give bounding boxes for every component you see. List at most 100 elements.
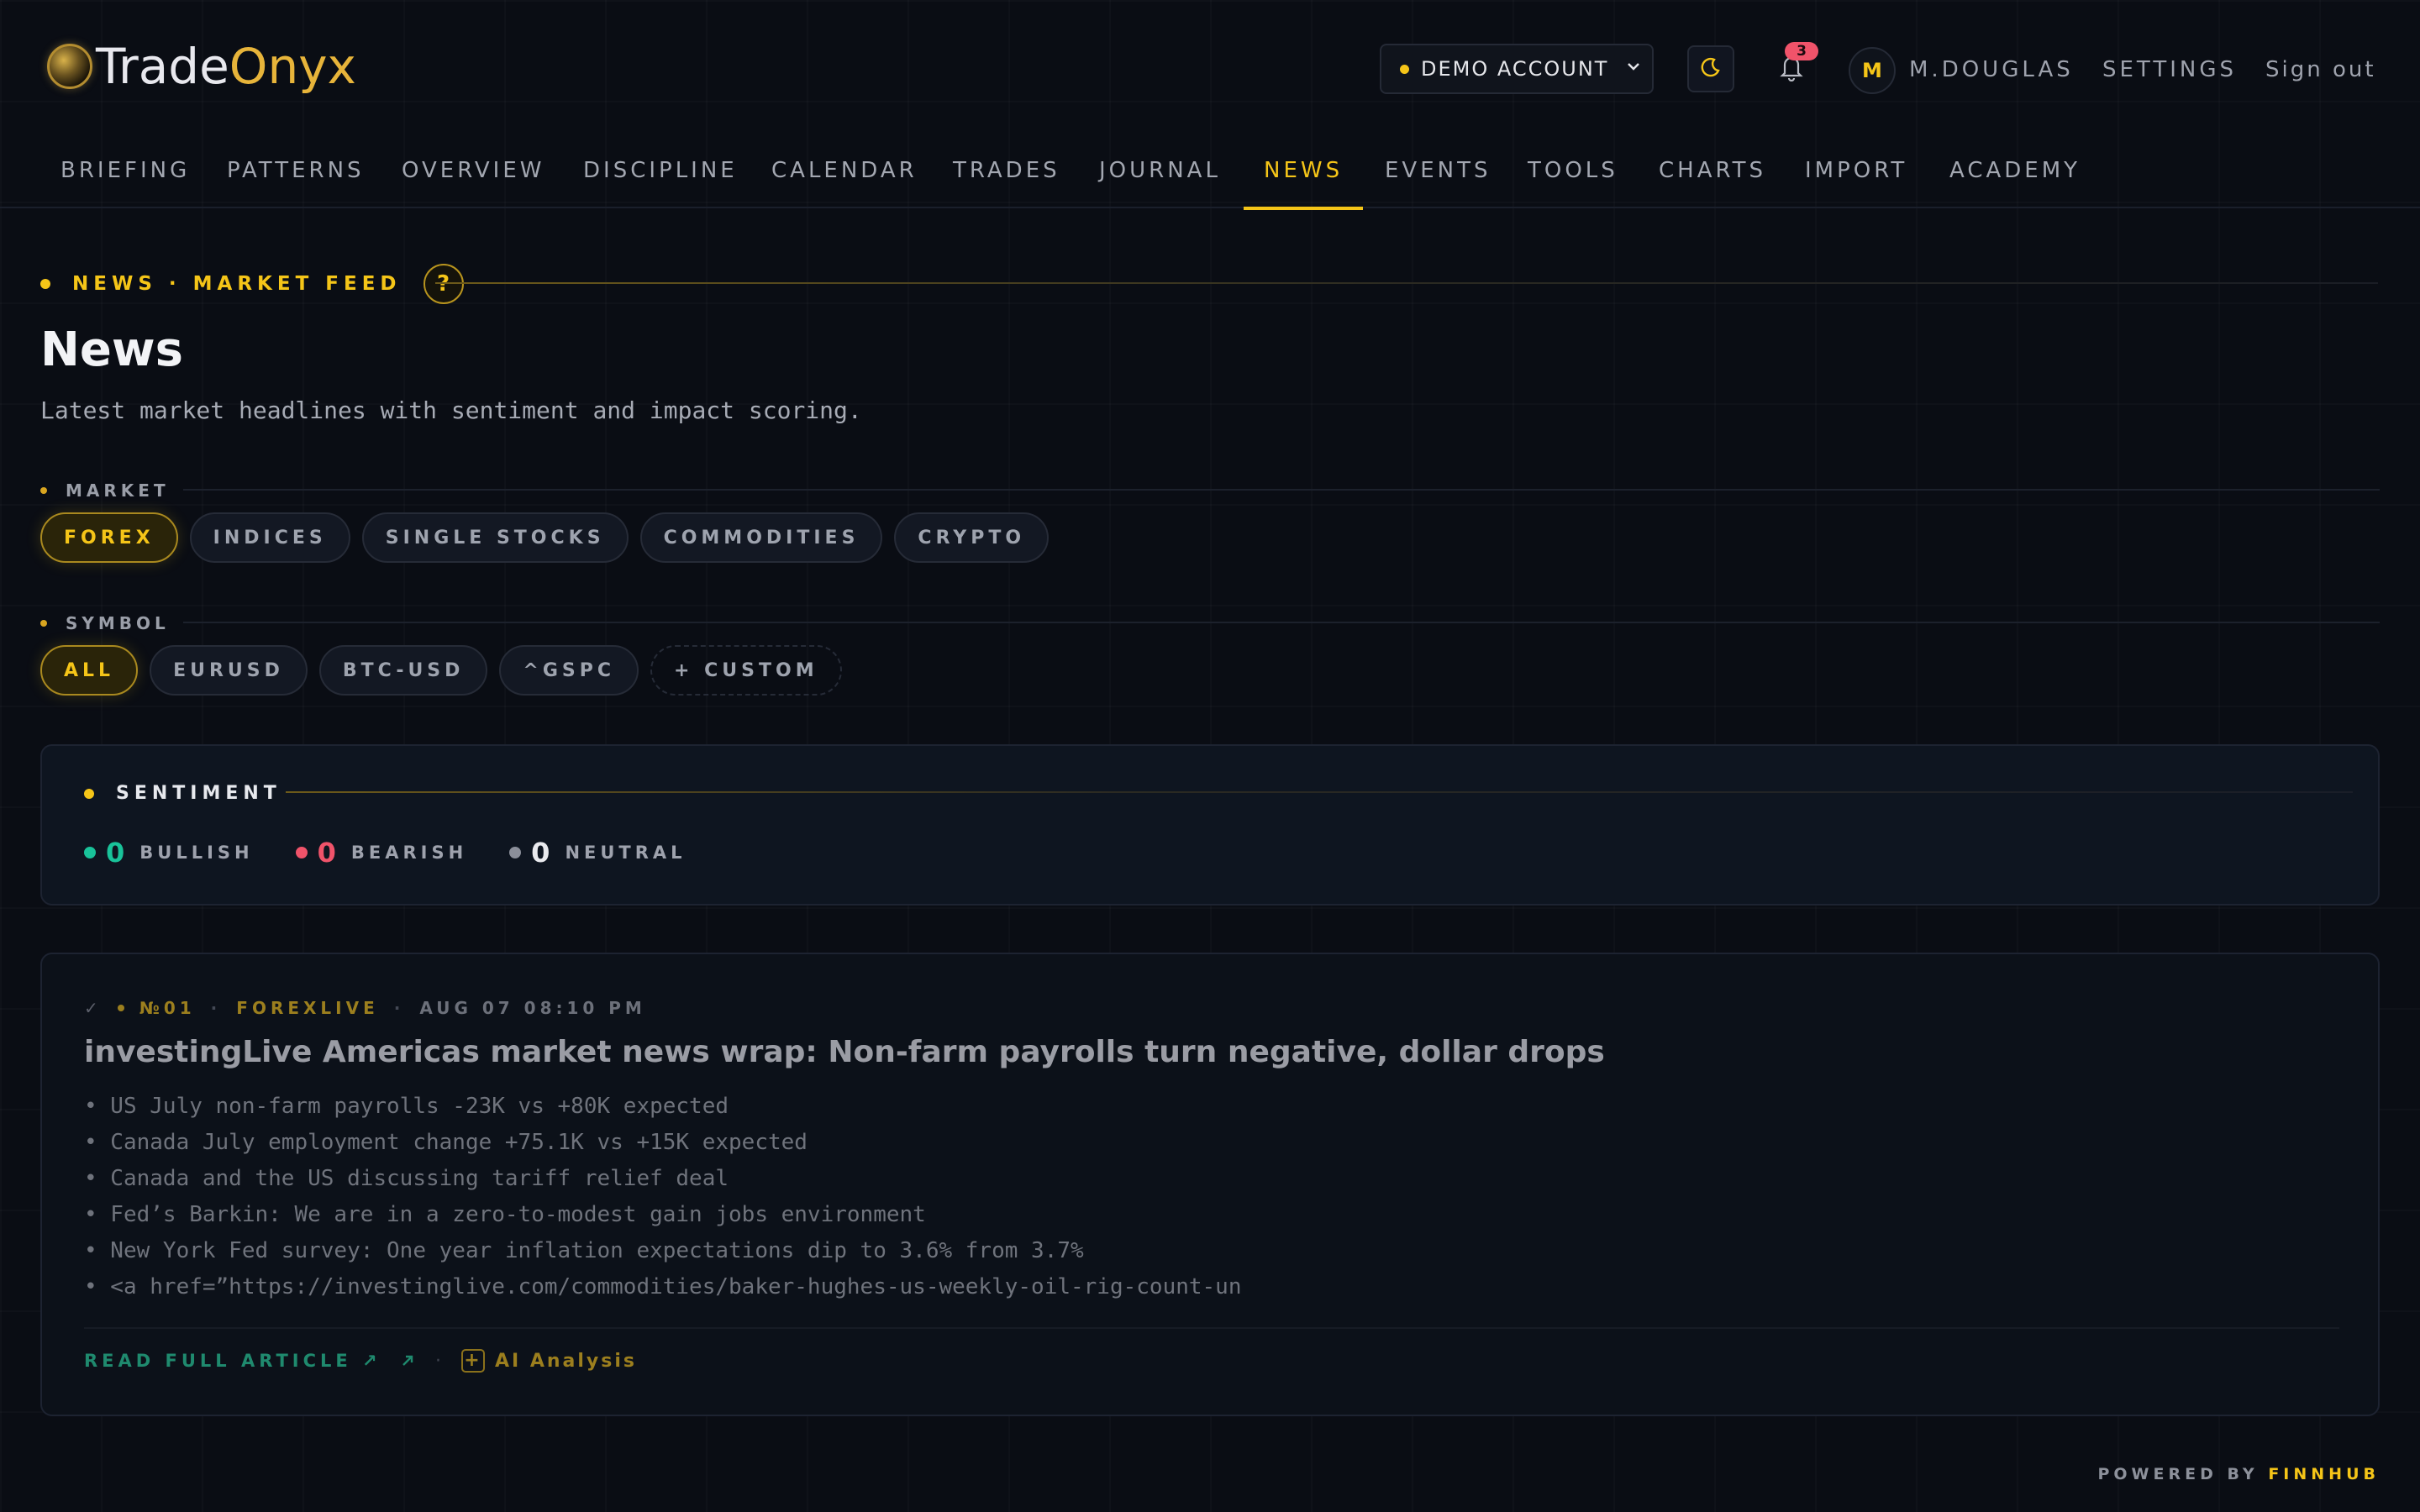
market-chip-forex[interactable]: FOREX xyxy=(40,512,178,563)
bullish-count: 0 BULLISH xyxy=(84,837,254,869)
read-full-article-label: READ FULL ARTICLE ↗ xyxy=(84,1351,381,1371)
symbol-filter-label: SYMBOL xyxy=(40,613,170,633)
nav-item-journal[interactable]: JOURNAL xyxy=(1099,158,1221,208)
news-source: FOREXLIVE xyxy=(236,998,379,1018)
powered-brand[interactable]: FINNHUB xyxy=(2268,1465,2380,1483)
news-item-card[interactable]: ✓ №01 · FOREXLIVE · AUG 07 08:10 PM inve… xyxy=(40,953,2380,1416)
section-kicker: NEWS · MARKET FEED ? xyxy=(40,264,464,304)
sentiment-header-dot xyxy=(84,788,94,799)
nav-item-patterns[interactable]: PATTERNS xyxy=(227,158,365,208)
moon-icon xyxy=(1700,56,1722,81)
nav-item-news[interactable]: NEWS xyxy=(1243,158,1364,210)
market-divider xyxy=(183,489,2380,491)
plus-icon: + xyxy=(460,1349,485,1373)
news-number: №01 xyxy=(139,998,196,1018)
avatar[interactable]: M xyxy=(1849,47,1896,94)
nav-item-import[interactable]: IMPORT xyxy=(1805,158,1907,208)
bullish-dot xyxy=(84,847,96,858)
nav-item-calendar[interactable]: CALENDAR xyxy=(771,158,918,208)
symbol-filter-chips: ALL EURUSD BTC-USD ^GSPC + CUSTOM xyxy=(40,645,842,696)
main-nav: BRIEFING PATTERNS OVERVIEW DISCIPLINE CA… xyxy=(0,138,2420,210)
market-filter-label: MARKET xyxy=(40,480,170,501)
nav-item-briefing[interactable]: BRIEFING xyxy=(60,158,190,208)
market-filter-chips: FOREX INDICES SINGLE STOCKS COMMODITIES … xyxy=(40,512,1050,563)
news-bullet: • US July non-farm payrolls -23K vs +80K… xyxy=(84,1094,729,1119)
read-full-article-link[interactable]: READ FULL ARTICLE ↗ xyxy=(84,1351,415,1371)
kicker-dot xyxy=(40,279,50,289)
symbol-divider xyxy=(183,622,2380,623)
chevron-down-icon xyxy=(1625,58,1642,80)
news-headline[interactable]: investingLive Americas market news wrap:… xyxy=(84,1035,1605,1069)
brand-logo[interactable]: TradeOnyx xyxy=(47,42,356,91)
external-link-icon xyxy=(400,1351,415,1371)
news-item-dot xyxy=(117,1005,124,1011)
account-status-dot xyxy=(1400,64,1409,74)
nav-item-trades[interactable]: TRADES xyxy=(953,158,1060,208)
news-footer-divider xyxy=(84,1327,2339,1329)
news-bullet: • Canada July employment change +75.1K v… xyxy=(84,1130,808,1155)
meta-separator: · xyxy=(393,998,405,1018)
bearish-count: 0 BEARISH xyxy=(295,837,468,869)
nav-item-events[interactable]: EVENTS xyxy=(1385,158,1491,208)
market-chip-indices[interactable]: INDICES xyxy=(189,512,350,563)
neutral-dot xyxy=(509,847,522,858)
bearish-dot xyxy=(295,847,308,858)
symbol-label-text: SYMBOL xyxy=(66,613,170,633)
bullish-number: 0 xyxy=(106,837,125,869)
sentiment-header: SENTIMENT xyxy=(84,783,281,804)
sentiment-card: SENTIMENT 0 BULLISH 0 BEARISH 0 NEUTRAL xyxy=(40,744,2380,906)
market-chip-single-stocks[interactable]: SINGLE STOCKS xyxy=(361,512,629,563)
market-chip-commodities[interactable]: COMMODITIES xyxy=(639,512,883,563)
neutral-number: 0 xyxy=(531,837,550,869)
kicker-divider xyxy=(435,282,2378,284)
settings-link[interactable]: SETTINGS xyxy=(2102,57,2237,82)
sentiment-divider xyxy=(286,791,2353,793)
news-bullet: • New York Fed survey: One year inflatio… xyxy=(84,1238,1084,1263)
user-name[interactable]: M.DOUGLAS xyxy=(1909,57,2074,82)
bearish-number: 0 xyxy=(317,837,336,869)
powered-by-footer: POWERED BY FINNHUB xyxy=(2097,1465,2380,1483)
symbol-chip-gspc[interactable]: ^GSPC xyxy=(499,645,639,696)
news-bullet: • Fed’s Barkin: We are in a zero-to-mode… xyxy=(84,1202,926,1227)
powered-prefix: POWERED BY xyxy=(2097,1465,2259,1483)
news-bullet: • Canada and the US discussing tariff re… xyxy=(84,1166,729,1191)
read-check-icon: ✓ xyxy=(84,998,103,1018)
nav-item-discipline[interactable]: DISCIPLINE xyxy=(583,158,738,208)
notification-count-badge: 3 xyxy=(1785,42,1818,60)
bullish-label: BULLISH xyxy=(139,843,254,863)
nav-item-charts[interactable]: CHARTS xyxy=(1659,158,1766,208)
market-label-dot xyxy=(40,487,47,494)
symbol-chip-all[interactable]: ALL xyxy=(40,645,139,696)
nav-item-academy[interactable]: ACADEMY xyxy=(1949,158,2081,208)
nav-item-overview[interactable]: OVERVIEW xyxy=(402,158,544,208)
sentiment-title: SENTIMENT xyxy=(116,783,281,804)
add-custom-symbol-button[interactable]: + CUSTOM xyxy=(650,645,842,696)
market-chip-crypto[interactable]: CRYPTO xyxy=(894,512,1050,563)
news-bullet: • <a href=”https://investinglive.com/com… xyxy=(84,1274,1242,1299)
page-subtitle: Latest market headlines with sentiment a… xyxy=(40,396,862,424)
sentiment-summary: 0 BULLISH 0 BEARISH 0 NEUTRAL xyxy=(84,837,729,869)
news-timestamp: AUG 07 08:10 PM xyxy=(419,998,646,1018)
nav-item-tools[interactable]: TOOLS xyxy=(1528,158,1618,208)
meta-separator: · xyxy=(210,998,222,1018)
sign-out-link[interactable]: Sign out xyxy=(2265,57,2376,82)
theme-toggle-button[interactable] xyxy=(1687,45,1734,92)
app-header: TradeOnyx DEMO ACCOUNT 3 M M.DOUGLAS SET… xyxy=(0,0,2420,210)
news-summary: • US July non-farm payrolls -23K vs +80K… xyxy=(84,1089,1242,1305)
market-label-text: MARKET xyxy=(66,480,170,501)
symbol-label-dot xyxy=(40,620,47,627)
globe-logo-icon xyxy=(47,44,92,89)
symbol-chip-eurusd[interactable]: EURUSD xyxy=(150,645,308,696)
symbol-chip-btc-usd[interactable]: BTC-USD xyxy=(318,645,488,696)
news-meta: ✓ №01 · FOREXLIVE · AUG 07 08:10 PM xyxy=(84,998,646,1018)
ai-analysis-button[interactable]: + AI Analysis xyxy=(460,1349,637,1373)
neutral-label: NEUTRAL xyxy=(565,843,687,863)
neutral-count: 0 NEUTRAL xyxy=(509,837,686,869)
account-selector-button[interactable]: DEMO ACCOUNT xyxy=(1380,44,1654,94)
help-button[interactable]: ? xyxy=(423,264,464,304)
brand-name: TradeOnyx xyxy=(96,38,356,95)
account-label: DEMO ACCOUNT xyxy=(1421,57,1609,81)
page-title: News xyxy=(40,323,183,377)
kicker-text: NEWS · MARKET FEED xyxy=(72,273,402,295)
action-separator: · xyxy=(434,1350,441,1372)
